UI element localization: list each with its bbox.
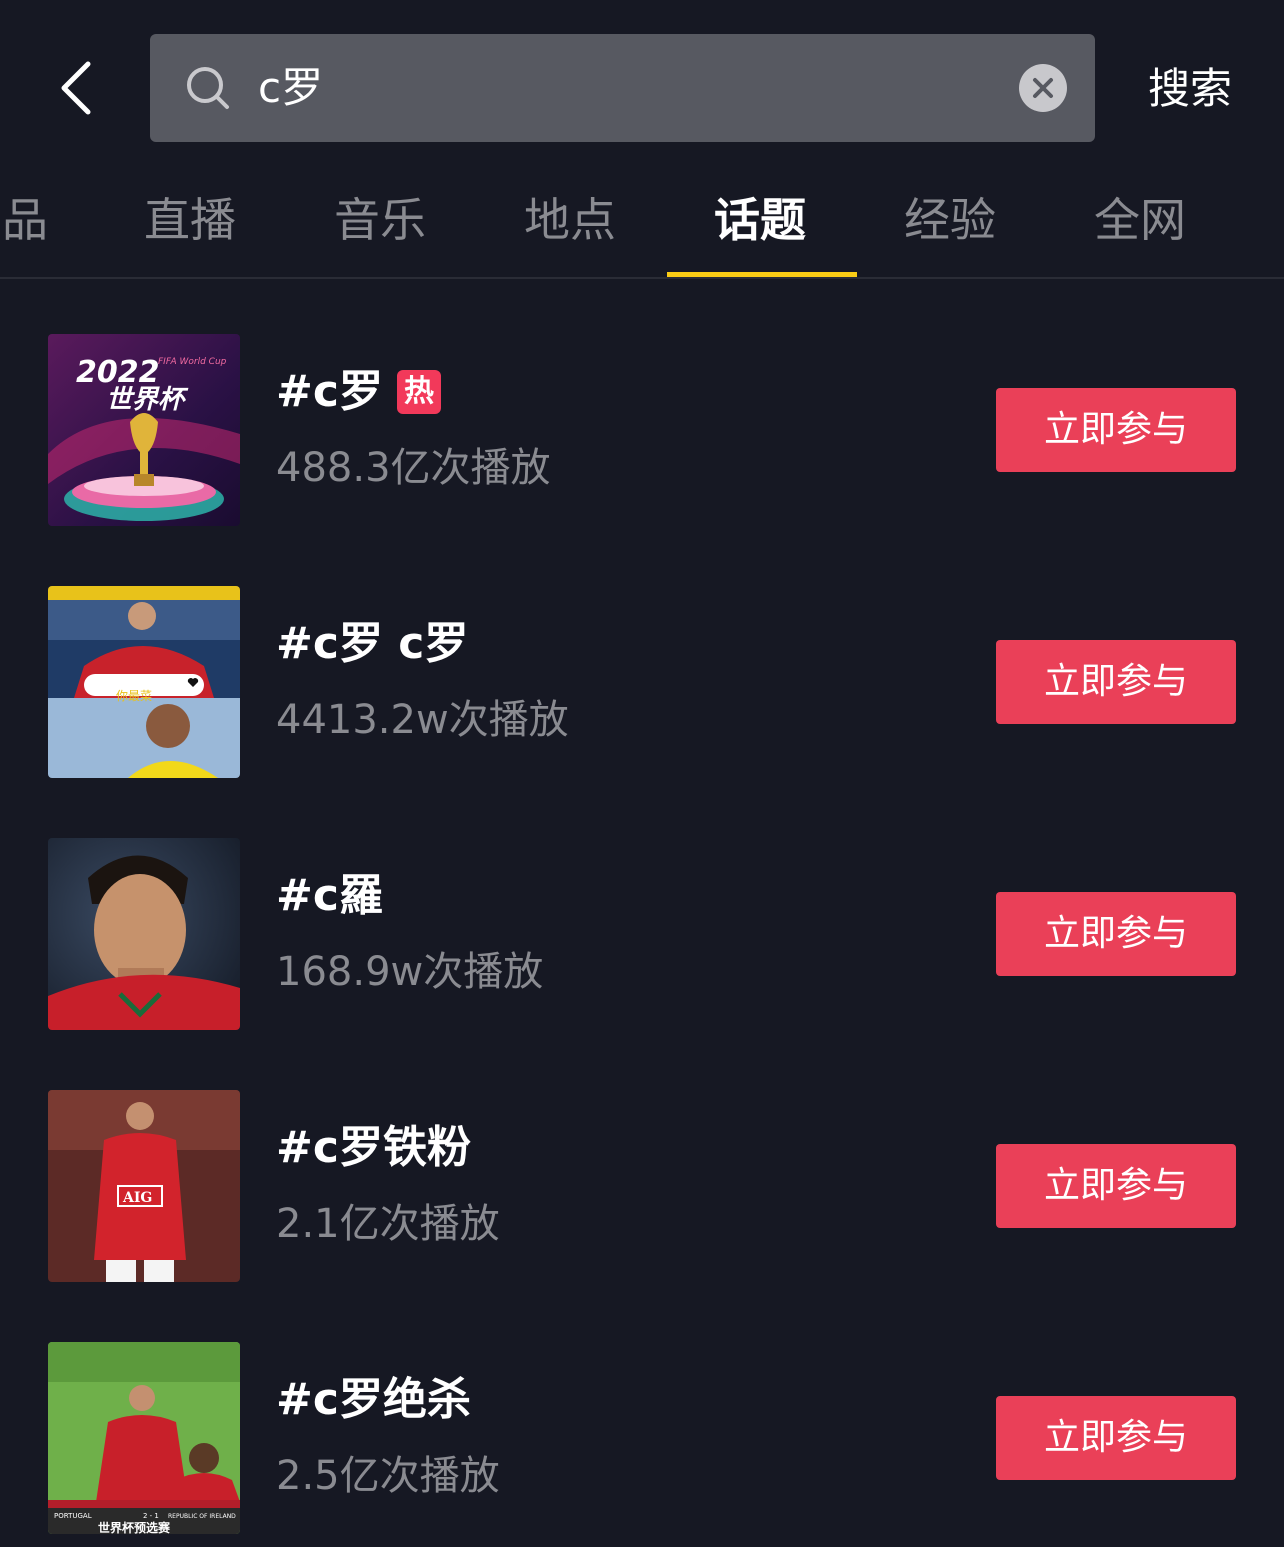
thumbnail-caption-text: 世界杯预选赛 bbox=[98, 1520, 171, 1534]
topic-row[interactable]: 你最菜 #c罗 c罗 4413.2w次播放 立即参与 bbox=[0, 586, 1284, 778]
topic-title: #c罗铁粉 bbox=[276, 1122, 471, 1173]
topic-title: #c罗 bbox=[276, 366, 383, 417]
search-results-page: c罗 搜索 品 直播 音乐 地点 话题 经验 全网 2022 世界杯 FIFA … bbox=[0, 0, 1284, 1547]
join-button[interactable]: 立即参与 bbox=[996, 640, 1236, 724]
clear-search-button[interactable] bbox=[1019, 64, 1067, 112]
topic-title-container: #c罗 热 bbox=[276, 362, 441, 422]
tab-topics[interactable]: 话题 bbox=[665, 160, 855, 277]
join-button[interactable]: 立即参与 bbox=[996, 1144, 1236, 1228]
search-header: c罗 搜索 bbox=[0, 0, 1284, 160]
category-tabs: 品 直播 音乐 地点 话题 经验 全网 bbox=[0, 160, 1284, 279]
right-team-text: REPUBLIC OF IRELAND bbox=[168, 1513, 236, 1520]
topic-row[interactable]: 2022 世界杯 FIFA World Cup #c罗 热 488.3亿次播放 … bbox=[0, 334, 1284, 526]
topic-play-count: 168.9w次播放 bbox=[276, 949, 544, 995]
back-button[interactable] bbox=[40, 52, 112, 124]
topic-play-count: 2.5亿次播放 bbox=[276, 1453, 500, 1499]
search-query-text: c罗 bbox=[258, 63, 324, 112]
topic-title: #c罗 c罗 bbox=[276, 618, 469, 669]
tab-experience[interactable]: 经验 bbox=[855, 160, 1045, 277]
topic-row[interactable]: AIG #c罗铁粉 2.1亿次播放 立即参与 bbox=[0, 1090, 1284, 1282]
hot-badge: 热 bbox=[396, 370, 441, 414]
topic-row[interactable]: #c羅 168.9w次播放 立即参与 bbox=[0, 838, 1284, 1030]
tab-location[interactable]: 地点 bbox=[475, 160, 665, 277]
search-icon bbox=[187, 67, 229, 109]
topic-title: #c罗绝杀 bbox=[276, 1374, 471, 1425]
topic-play-count: 488.3亿次播放 bbox=[276, 445, 551, 491]
topic-thumbnail-portrait bbox=[48, 838, 240, 1030]
active-tab-indicator bbox=[667, 272, 857, 277]
topic-title: #c羅 bbox=[276, 870, 383, 921]
topic-title-container: #c罗 c罗 bbox=[276, 614, 468, 674]
chevron-left-icon bbox=[61, 61, 91, 115]
tab-live[interactable]: 直播 bbox=[95, 160, 285, 277]
topic-play-count: 4413.2w次播放 bbox=[276, 697, 569, 743]
thumbnail-small-text: FIFA World Cup bbox=[158, 357, 227, 367]
thumbnail-sponsor-text: AIG bbox=[122, 1190, 152, 1206]
tab-music[interactable]: 音乐 bbox=[285, 160, 475, 277]
topic-row[interactable]: PORTUGAL 2 - 1 REPUBLIC OF IRELAND 世界杯预选… bbox=[0, 1342, 1284, 1534]
topic-thumbnail-split: 你最菜 bbox=[48, 586, 240, 778]
join-button[interactable]: 立即参与 bbox=[996, 1396, 1236, 1480]
left-team-text: PORTUGAL bbox=[54, 1512, 92, 1520]
topic-thumbnail-united: AIG bbox=[48, 1090, 240, 1282]
topic-title-container: #c罗绝杀 bbox=[276, 1370, 471, 1430]
topic-title-container: #c羅 bbox=[276, 866, 383, 926]
topic-play-count: 2.1亿次播放 bbox=[276, 1201, 500, 1247]
topic-thumbnail-match: PORTUGAL 2 - 1 REPUBLIC OF IRELAND 世界杯预选… bbox=[48, 1342, 240, 1534]
topic-title-container: #c罗铁粉 bbox=[276, 1118, 471, 1178]
topic-thumbnail-worldcup: 2022 世界杯 FIFA World Cup bbox=[48, 334, 240, 526]
search-input[interactable]: c罗 bbox=[150, 34, 1095, 142]
join-button[interactable]: 立即参与 bbox=[996, 388, 1236, 472]
tab-web[interactable]: 全网 bbox=[1045, 160, 1235, 277]
close-icon bbox=[1033, 78, 1053, 98]
thumbnail-caption-text: 世界杯 bbox=[106, 385, 189, 415]
score-text: 2 - 1 bbox=[143, 1512, 159, 1520]
thumbnail-caption-text: 你最菜 bbox=[116, 689, 152, 703]
search-button[interactable]: 搜索 bbox=[1130, 58, 1250, 120]
join-button[interactable]: 立即参与 bbox=[996, 892, 1236, 976]
